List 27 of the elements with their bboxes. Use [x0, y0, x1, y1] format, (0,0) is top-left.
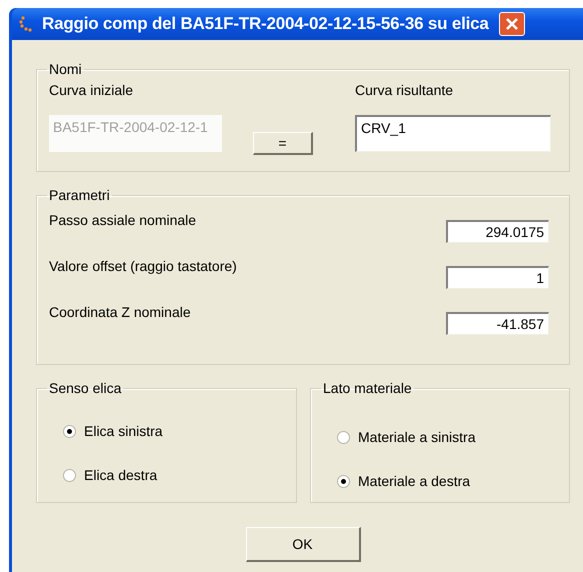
group-label: Lato materiale [322, 381, 413, 395]
equals-button[interactable]: = [253, 132, 313, 155]
close-icon [504, 17, 519, 31]
radio-button[interactable] [63, 425, 76, 438]
input-field[interactable]: CRV_1 [355, 115, 551, 152]
option-label: Elica destra [84, 466, 158, 485]
field-label: Passo assiale nominale [49, 211, 196, 230]
group-label: Nomi [48, 62, 83, 76]
group-label: Senso elica [48, 381, 122, 395]
group-label: Parametri [48, 188, 111, 202]
input-field: BA51F-TR-2004-02-12-1 [49, 115, 222, 152]
window-title: Raggio comp del BA51F-TR-2004-02-12-15-56-36 su elica [42, 13, 489, 36]
radio-button[interactable] [63, 469, 76, 482]
radio-button[interactable] [337, 431, 350, 444]
input-field[interactable]: 294.0175 [446, 220, 549, 243]
field-label: Coordinata Z nominale [49, 303, 191, 322]
option-label: Elica sinistra [84, 422, 163, 441]
input-field[interactable]: -41.857 [446, 312, 549, 335]
field-label: Valore offset (raggio tastatore) [49, 257, 237, 276]
option-label: Materiale a sinistra [358, 428, 476, 447]
option-label: Materiale a destra [358, 472, 470, 491]
radio-button[interactable] [337, 475, 350, 488]
ok-button[interactable]: OK [246, 527, 360, 562]
input-field[interactable]: 1 [446, 266, 549, 289]
field-label: Curva risultante [355, 81, 454, 100]
field-label: Curva iniziale [49, 81, 134, 100]
close-button[interactable] [498, 12, 525, 36]
